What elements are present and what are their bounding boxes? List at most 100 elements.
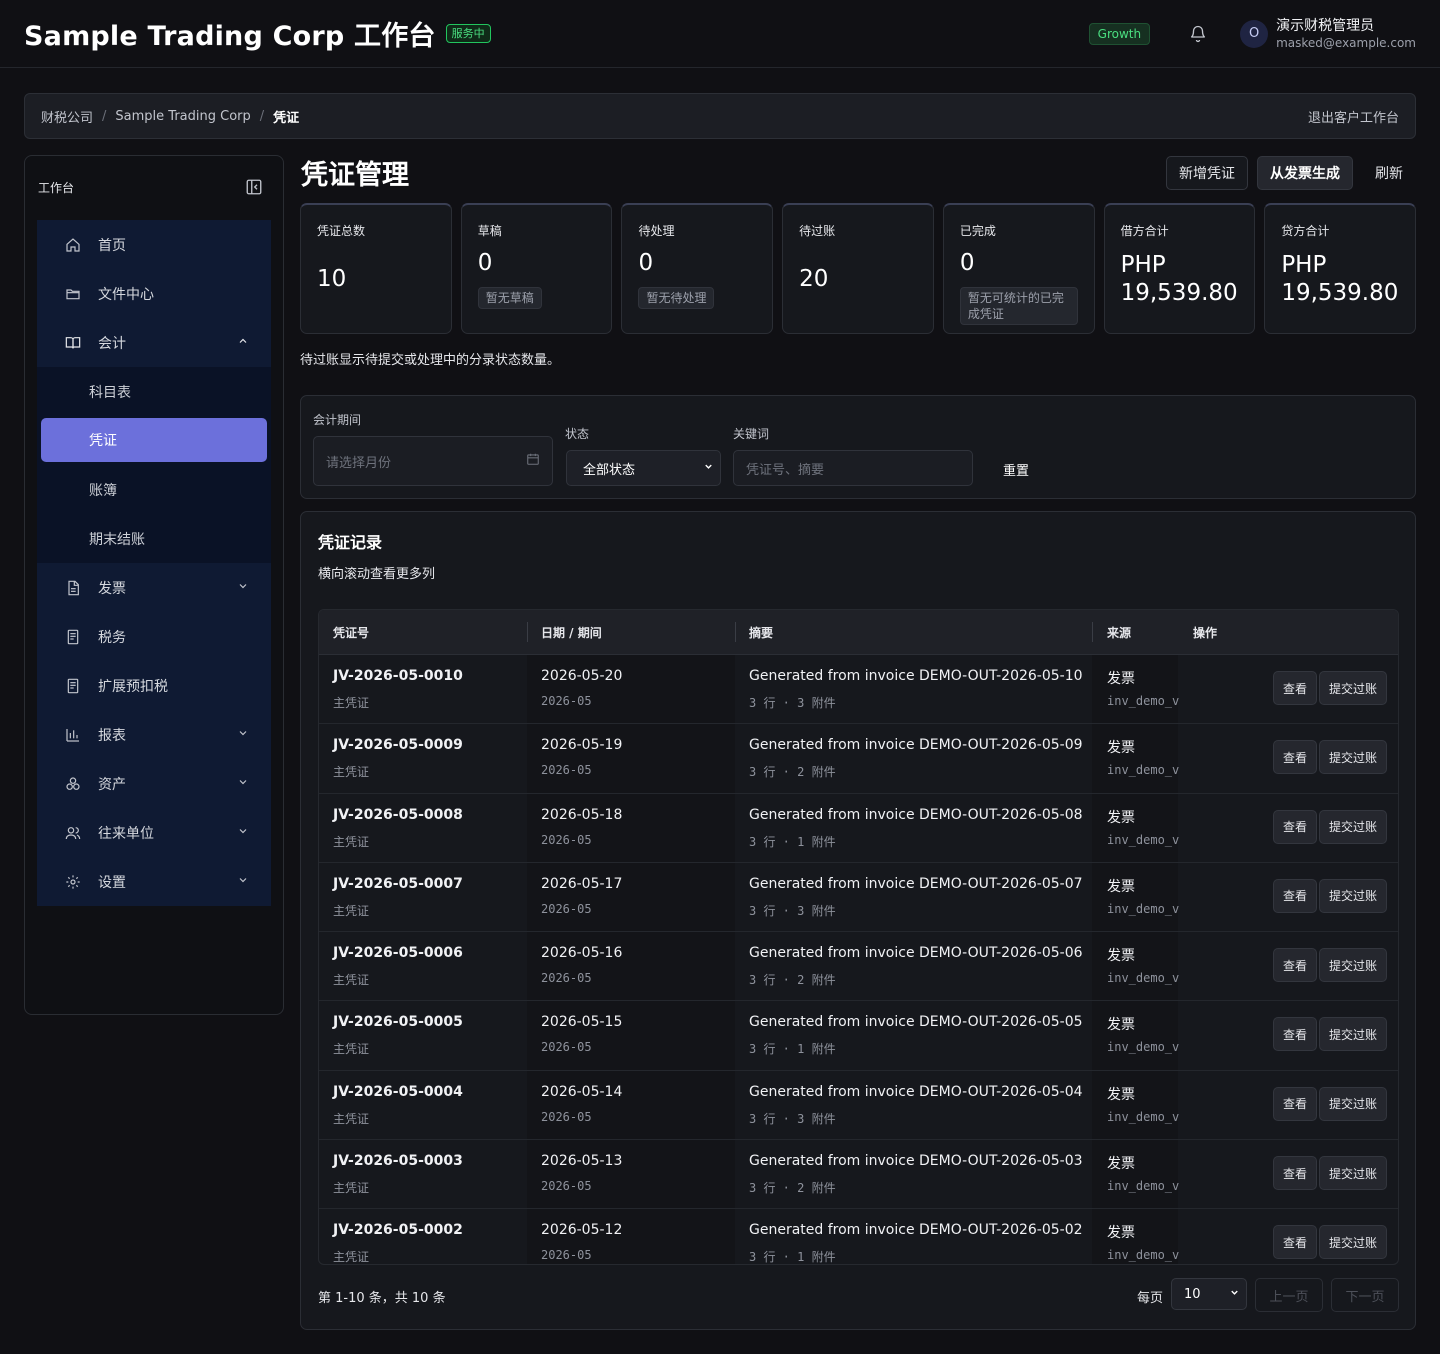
- voucher-number[interactable]: JV-2026-05-0010: [333, 668, 463, 684]
- voucher-source-ref: inv_demo_v: [1107, 1040, 1179, 1055]
- voucher-date: 2026-05-19: [541, 737, 623, 754]
- stat-label: 已完成: [959, 224, 996, 238]
- chevron-down-icon: [237, 727, 249, 739]
- voucher-source: 发票: [1107, 878, 1135, 895]
- submit-posting-button[interactable]: 提交过账: [1319, 1086, 1388, 1121]
- source-cell-bg: [1092, 932, 1178, 1001]
- sidebar-item-label: 文件中心: [98, 286, 154, 303]
- breadcrumb-client[interactable]: Sample Trading Corp: [115, 109, 250, 124]
- table-row[interactable]: JV-2026-05-0009 主凭证 2026-05-19 2026-05 Gener…: [319, 724, 1398, 794]
- voucher-type: 主凭证: [333, 973, 370, 988]
- voucher-date: 2026-05-20: [541, 668, 623, 684]
- view-button[interactable]: 查看: [1273, 948, 1318, 983]
- sidebar-item-label: 税务: [98, 629, 126, 646]
- voucher-meta: 3 行 · 2 附件: [749, 973, 836, 988]
- submit-posting-button[interactable]: 提交过账: [1319, 878, 1388, 913]
- voucher-meta: 3 行 · 1 附件: [749, 834, 836, 849]
- avatar[interactable]: O: [1240, 19, 1269, 48]
- voucher-number[interactable]: JV-2026-05-0006: [333, 945, 463, 961]
- chevron-down-icon: [1229, 1287, 1240, 1302]
- voucher-number[interactable]: JV-2026-05-0008: [333, 807, 463, 823]
- sidebar-item-assets[interactable]: 资产: [37, 759, 271, 808]
- column-source[interactable]: 来源: [1107, 624, 1131, 641]
- view-button[interactable]: 查看: [1273, 1086, 1318, 1121]
- generate-from-invoice-button[interactable]: 从发票生成: [1257, 156, 1353, 190]
- view-button[interactable]: 查看: [1273, 671, 1318, 705]
- column-summary[interactable]: 摘要: [749, 624, 773, 641]
- sidebar-subitem-vouchers[interactable]: 凭证: [41, 418, 267, 462]
- sidebar-item-reports[interactable]: 报表: [37, 710, 271, 759]
- table-row[interactable]: JV-2026-05-0008 主凭证 2026-05-18 2026-05 Gener…: [319, 793, 1398, 863]
- breadcrumb-firm[interactable]: 财税公司: [41, 107, 93, 126]
- column-voucher-no[interactable]: 凭证号: [333, 624, 369, 641]
- voucher-period: 2026-05: [541, 1040, 592, 1055]
- new-voucher-button[interactable]: 新增凭证: [1166, 156, 1248, 190]
- voucher-number[interactable]: JV-2026-05-0002: [333, 1222, 463, 1238]
- voucher-table[interactable]: 凭证号 日期 / 期间 摘要 来源 操作 JV-2026-05-0010 主凭证 2…: [318, 609, 1399, 1265]
- view-button[interactable]: 查看: [1273, 809, 1318, 844]
- stat-label: 贷方合计: [1281, 224, 1330, 238]
- sidebar-item-home[interactable]: 首页: [37, 220, 271, 269]
- table-row[interactable]: JV-2026-05-0004 主凭证 2026-05-14 2026-05 Gener…: [319, 1070, 1398, 1141]
- voucher-type: 主凭证: [333, 1181, 370, 1196]
- chevron-down-icon: [703, 461, 714, 476]
- submit-posting-button[interactable]: 提交过账: [1319, 671, 1388, 705]
- table-row[interactable]: JV-2026-05-0007 主凭证 2026-05-17 2026-05 Gener…: [319, 862, 1398, 933]
- user-info[interactable]: 演示财税管理员 masked@example.com: [1276, 17, 1416, 51]
- voucher-source-ref: inv_demo_v: [1107, 832, 1179, 847]
- voucher-number[interactable]: JV-2026-05-0009: [333, 737, 463, 753]
- keyword-input[interactable]: 凭证号、摘要: [733, 450, 973, 486]
- per-page-select[interactable]: 10: [1171, 1278, 1247, 1310]
- table-row[interactable]: JV-2026-05-0003 主凭证 2026-05-13 2026-05 Gener…: [319, 1140, 1398, 1210]
- voucher-period: 2026-05: [541, 763, 592, 778]
- period-picker[interactable]: 请选择月份: [313, 436, 553, 486]
- voucher-number[interactable]: JV-2026-05-0003: [333, 1153, 463, 1169]
- column-date[interactable]: 日期 / 期间: [541, 624, 602, 641]
- voucher-number[interactable]: JV-2026-05-0005: [333, 1014, 463, 1030]
- view-button[interactable]: 查看: [1273, 1156, 1318, 1191]
- sidebar-item-accounting[interactable]: 会计: [37, 318, 271, 367]
- sidebar-subitem-chart-of-accounts[interactable]: 科目表: [41, 367, 267, 416]
- voucher-period: 2026-05: [541, 1109, 592, 1124]
- sidebar-subitem-period-close[interactable]: 期末结账: [41, 514, 267, 563]
- submit-posting-button[interactable]: 提交过账: [1319, 740, 1388, 775]
- sidebar-item-withholding[interactable]: 扩展预扣税: [37, 661, 271, 710]
- table-row[interactable]: JV-2026-05-0002 主凭证 2026-05-12 2026-05 Gener…: [319, 1209, 1398, 1264]
- filter-panel: 会计期间 请选择月份 状态 全部状态 关键词 凭证号、摘要 重置: [300, 395, 1416, 499]
- voucher-period: 2026-05: [541, 694, 592, 708]
- table-row[interactable]: JV-2026-05-0005 主凭证 2026-05-15 2026-05 Gener…: [319, 1001, 1398, 1071]
- refresh-button[interactable]: 刷新: [1362, 156, 1416, 190]
- submit-posting-button[interactable]: 提交过账: [1319, 1225, 1388, 1260]
- sidebar-item-partners[interactable]: 往来单位: [37, 808, 271, 857]
- exit-client-workspace-link[interactable]: 退出客户工作台: [1308, 107, 1399, 126]
- submit-posting-button[interactable]: 提交过账: [1319, 809, 1388, 844]
- voucher-number[interactable]: JV-2026-05-0004: [333, 1084, 463, 1100]
- status-select[interactable]: 全部状态: [566, 450, 721, 486]
- sidebar-item-settings[interactable]: 设置: [37, 857, 271, 906]
- sidebar-nav: 首页 文件中心 会计 科目表 凭证 账簿 期末结账 发票 税务 扩展预扣税 报表…: [37, 220, 271, 906]
- sidebar-item-tax[interactable]: 税务: [37, 612, 271, 661]
- table-row[interactable]: JV-2026-05-0006 主凭证 2026-05-16 2026-05 Gener…: [319, 932, 1398, 1002]
- voucher-number[interactable]: JV-2026-05-0007: [333, 876, 463, 892]
- submit-posting-button[interactable]: 提交过账: [1319, 1017, 1388, 1052]
- voucher-summary: Generated from invoice DEMO-OUT-2026-05-…: [749, 1014, 1083, 1031]
- submit-posting-button[interactable]: 提交过账: [1319, 1156, 1388, 1191]
- sidebar-item-files[interactable]: 文件中心: [37, 269, 271, 318]
- submit-posting-button[interactable]: 提交过账: [1319, 948, 1388, 983]
- bell-icon[interactable]: [1188, 24, 1208, 44]
- next-page-button[interactable]: 下一页: [1331, 1278, 1399, 1312]
- sidebar-item-label: 首页: [98, 237, 126, 254]
- table-row[interactable]: JV-2026-05-0010 主凭证 2026-05-20 2026-05 Gener…: [319, 655, 1398, 725]
- sidebar-subitem-ledger[interactable]: 账簿: [41, 465, 267, 514]
- voucher-date: 2026-05-16: [541, 945, 623, 962]
- voucher-type: 主凭证: [333, 834, 370, 849]
- view-button[interactable]: 查看: [1273, 1017, 1318, 1052]
- view-button[interactable]: 查看: [1273, 740, 1318, 775]
- sidebar-item-invoices[interactable]: 发票: [37, 563, 271, 612]
- sidebar-collapse-icon[interactable]: [245, 178, 263, 196]
- reset-button[interactable]: 重置: [1003, 460, 1029, 479]
- view-button[interactable]: 查看: [1273, 878, 1318, 913]
- prev-page-button[interactable]: 上一页: [1255, 1278, 1323, 1312]
- view-button[interactable]: 查看: [1273, 1225, 1318, 1260]
- stat-value: PHP 19,539.80: [1120, 252, 1238, 306]
